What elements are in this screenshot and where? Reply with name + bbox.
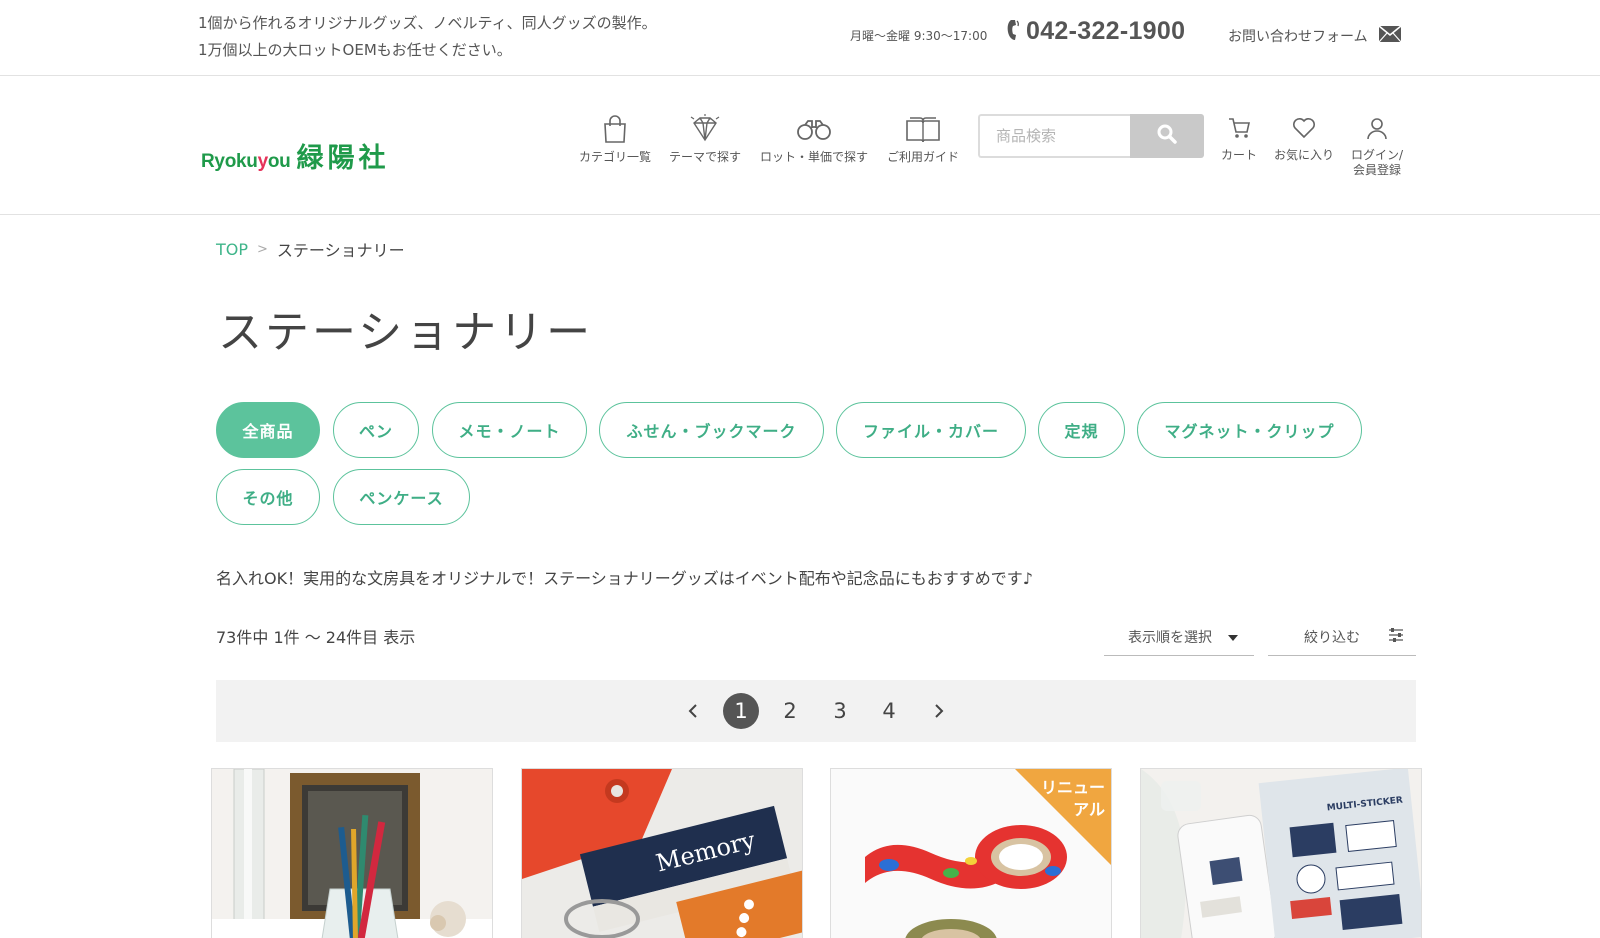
pagination-page-4[interactable]: 4 bbox=[871, 693, 907, 729]
bag-icon bbox=[602, 114, 628, 144]
filter-label: 絞り込む bbox=[1304, 629, 1360, 646]
caret-down-icon bbox=[1228, 629, 1238, 645]
pagination-page-1[interactable]: 1 bbox=[723, 693, 759, 729]
pagination-next[interactable] bbox=[921, 693, 957, 729]
page-title: ステーショナリー bbox=[218, 307, 594, 358]
heart-icon bbox=[1292, 116, 1316, 144]
phone-number[interactable]: 042-322-1900 bbox=[1026, 17, 1185, 46]
book-icon bbox=[905, 114, 941, 144]
category-description: 名入れOK！実用的な文房具をオリジナルで！ステーショナリーグッズはイベント配布や… bbox=[216, 569, 1033, 588]
product-card[interactable]: MULTI-STICKER bbox=[1140, 768, 1422, 938]
pagination: 1 2 3 4 bbox=[216, 680, 1416, 742]
mail-icon bbox=[1378, 25, 1402, 47]
tagline-line-1: 1個から作れるオリジナルグッズ、ノベルティ、同人グッズの製作。 bbox=[198, 14, 657, 32]
breadcrumb-current: ステーショナリー bbox=[276, 241, 405, 260]
nav-category-list[interactable]: カテゴリ一覧 bbox=[579, 114, 651, 165]
result-count: 73件中 1件 〜 24件目 表示 bbox=[216, 628, 416, 647]
pagination-page-2[interactable]: 2 bbox=[772, 693, 808, 729]
site-logo[interactable]: Ryokuyou 緑陽社 bbox=[201, 136, 389, 175]
login-register-label: ログイン/会員登録 bbox=[1351, 148, 1403, 178]
category-other[interactable]: その他 bbox=[216, 469, 320, 525]
renewal-badge: リニュー アル bbox=[1040, 778, 1105, 819]
category-file-cover[interactable]: ファイル・カバー bbox=[836, 402, 1026, 458]
breadcrumb: TOP > ステーショナリー bbox=[216, 237, 405, 261]
nav-user-guide-label: ご利用ガイド bbox=[887, 150, 960, 164]
favorites-link[interactable]: お気に入り bbox=[1274, 116, 1334, 163]
nav-lot-price-search-label: ロット・単価で探す bbox=[760, 150, 869, 164]
sliders-icon bbox=[1388, 627, 1404, 646]
nav-lot-price-search[interactable]: ロット・単価で探す bbox=[760, 114, 868, 165]
phone-icon bbox=[1006, 18, 1020, 46]
sort-select[interactable]: 表示順を選択 bbox=[1104, 618, 1254, 656]
nav-category-list-label: カテゴリ一覧 bbox=[579, 150, 652, 164]
category-pen[interactable]: ペン bbox=[333, 402, 419, 458]
multi-sticker-photo: MULTI-STICKER bbox=[1141, 769, 1421, 938]
category-ruler[interactable]: 定規 bbox=[1038, 402, 1125, 458]
nav-theme-search-label: テーマで探す bbox=[669, 150, 742, 164]
site-tagline: 1個から作れるオリジナルグッズ、ノベルティ、同人グッズの製作。 1万個以上の大ロ… bbox=[198, 10, 657, 64]
logo-english: Ryokuyou bbox=[201, 151, 291, 173]
pagination-prev[interactable] bbox=[675, 693, 711, 729]
favorites-label: お気に入り bbox=[1274, 148, 1335, 162]
memory-wordbook-photo: Memory bbox=[522, 769, 802, 938]
phone-contact[interactable]: 042-322-1900 bbox=[1006, 17, 1185, 46]
chevron-right-icon bbox=[935, 704, 944, 718]
search-input[interactable] bbox=[978, 114, 1130, 158]
product-card[interactable] bbox=[211, 768, 493, 938]
product-search bbox=[978, 114, 1204, 158]
logo-english-part-2: y bbox=[257, 151, 269, 172]
cart-label: カート bbox=[1221, 148, 1258, 162]
login-label-line-1: ログイン/ bbox=[1351, 148, 1404, 162]
category-memo-note[interactable]: メモ・ノート bbox=[432, 402, 587, 458]
contact-form-label: お問い合わせフォーム bbox=[1228, 29, 1368, 45]
logo-english-part-1: Ryoku bbox=[201, 151, 258, 172]
binoculars-icon bbox=[795, 114, 833, 144]
sort-select-label: 表示順を選択 bbox=[1128, 629, 1212, 646]
breadcrumb-top-link[interactable]: TOP bbox=[216, 240, 248, 259]
cart-link[interactable]: カート bbox=[1221, 116, 1257, 163]
top-info-bar: 1個から作れるオリジナルグッズ、ノベルティ、同人グッズの製作。 1万個以上の大ロ… bbox=[0, 0, 1600, 76]
login-register-link[interactable]: ログイン/会員登録 bbox=[1351, 116, 1403, 178]
search-button[interactable] bbox=[1130, 114, 1204, 158]
chevron-left-icon bbox=[688, 704, 697, 718]
product-card[interactable]: リニュー アル bbox=[830, 768, 1112, 938]
logo-english-part-3: ou bbox=[267, 151, 291, 172]
category-magnet-clip[interactable]: マグネット・クリップ bbox=[1137, 402, 1362, 458]
breadcrumb-separator: > bbox=[257, 241, 268, 257]
tagline-line-2: 1万個以上の大ロットOEMもお任せください。 bbox=[198, 41, 512, 59]
product-card[interactable]: Memory bbox=[521, 768, 803, 938]
filter-button[interactable]: 絞り込む bbox=[1268, 618, 1416, 656]
site-header: Ryokuyou 緑陽社 カテゴリ一覧 テーマで探す ロット・単価で探す ご利用… bbox=[0, 76, 1600, 215]
category-pen-case[interactable]: ペンケース bbox=[333, 469, 470, 525]
contact-form-link[interactable]: お問い合わせフォーム bbox=[1228, 25, 1402, 47]
business-hours: 月曜〜金曜 9:30〜17:00 bbox=[850, 29, 988, 43]
pens-in-glass-photo bbox=[212, 769, 492, 938]
category-all[interactable]: 全商品 bbox=[216, 402, 320, 458]
login-label-line-2: 会員登録 bbox=[1353, 163, 1402, 177]
diamond-icon bbox=[688, 114, 722, 144]
search-icon bbox=[1157, 124, 1177, 148]
category-sticky-bookmark[interactable]: ふせん・ブックマーク bbox=[599, 402, 824, 458]
logo-japanese: 緑陽社 bbox=[296, 143, 390, 174]
cart-icon bbox=[1227, 116, 1251, 144]
user-icon bbox=[1365, 116, 1389, 144]
nav-user-guide[interactable]: ご利用ガイド bbox=[887, 114, 959, 165]
pagination-page-3[interactable]: 3 bbox=[822, 693, 858, 729]
nav-theme-search[interactable]: テーマで探す bbox=[669, 114, 741, 165]
